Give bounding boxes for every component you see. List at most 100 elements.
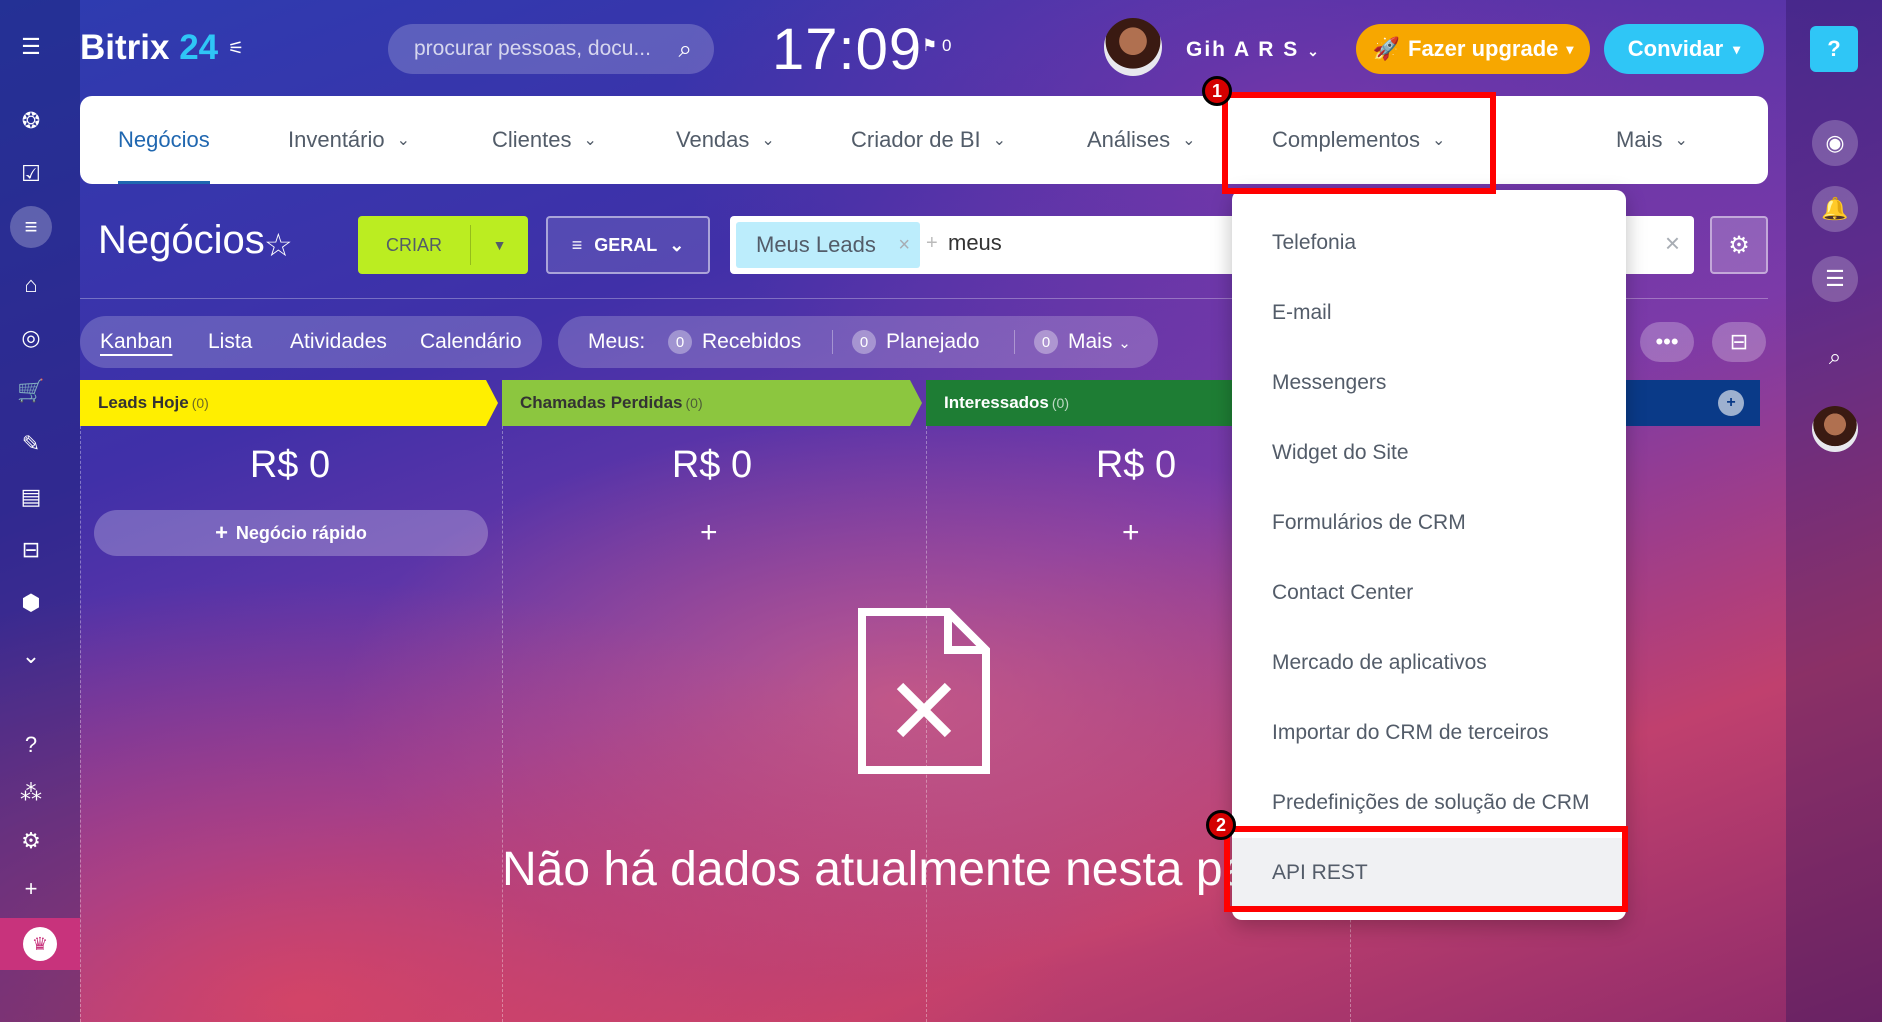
left-sidebar: ☰ ❂ ☑ ≡ ⌂ ◎ 🛒 ✎ ▤ ⊟ ⬢ ⌄ ? ⁂ ⚙ + ♛ (0, 0, 80, 1022)
search-placeholder: procurar pessoas, docu... (414, 37, 651, 60)
close-icon[interactable]: × (898, 234, 910, 257)
sign-icon[interactable]: ✎ (14, 427, 48, 461)
settings-icon[interactable]: ⚙ (14, 824, 48, 858)
counter-planejado[interactable]: Planejado (886, 330, 979, 354)
more-chevron-icon[interactable]: ⌄ (14, 639, 48, 673)
chevron-down-icon: ⌄ (1674, 132, 1688, 149)
search-icon[interactable]: ⌕ (679, 36, 692, 64)
filter-chip[interactable]: Meus Leads × (736, 222, 920, 268)
quick-deal-button[interactable]: + Negócio rápido (94, 510, 488, 556)
column-divider (80, 426, 81, 1022)
tab-analises[interactable]: Análises ⌄ (1087, 96, 1196, 184)
chevron-down-icon: ⌄ (992, 132, 1007, 149)
column-divider (502, 426, 503, 1022)
tab-negocios[interactable]: Negócios (118, 96, 210, 184)
menu-item-contact-center[interactable]: Contact Center (1232, 558, 1626, 628)
counter-badge: 0 (1034, 330, 1058, 354)
step-badge: 1 (1202, 76, 1232, 106)
add-deal-button[interactable]: + (700, 516, 718, 550)
chevron-down-icon: ⌄ (1182, 132, 1196, 149)
chat-icon[interactable]: ☰ (1812, 256, 1858, 302)
menu-item-messengers[interactable]: Messengers (1232, 348, 1626, 418)
help-circle-icon[interactable]: ? (14, 728, 48, 762)
counter-badge: 0 (852, 330, 876, 354)
tab-clientes[interactable]: Clientes ⌄ (492, 96, 597, 184)
stage-header[interactable]: Chamadas Perdidas (0) (502, 380, 922, 426)
menu-item-telefonia[interactable]: Telefonia (1232, 208, 1626, 278)
cart-icon[interactable]: 🛒 (14, 374, 48, 408)
tasks-icon[interactable]: ☑ (14, 157, 48, 191)
counter-mais[interactable]: Mais ⌄ (1068, 330, 1131, 354)
complementos-dropdown: Telefonia E-mail Messengers Widget do Si… (1232, 190, 1626, 920)
menu-item-widget[interactable]: Widget do Site (1232, 418, 1626, 488)
search-input[interactable]: procurar pessoas, docu... ⌕ (388, 24, 714, 74)
add-deal-button[interactable]: + (1122, 516, 1140, 550)
crown-button[interactable]: ♛ (0, 918, 80, 970)
clock[interactable]: 17:09 (772, 16, 922, 83)
contact-card-icon[interactable]: ▤ (14, 480, 48, 514)
settings-button[interactable]: ⚙ (1710, 216, 1768, 274)
network-icon[interactable]: ⁂ (14, 776, 48, 810)
filter-input[interactable]: meus (948, 230, 1002, 256)
star-icon[interactable]: ☆ (264, 226, 293, 264)
more-options-button[interactable]: ••• (1640, 322, 1694, 362)
flag-counter[interactable]: ⚑ 0 (922, 36, 951, 56)
chevron-down-icon: ⌄ (761, 132, 775, 149)
tab-vendas[interactable]: Vendas ⌄ (676, 96, 775, 184)
clear-icon[interactable]: × (1665, 228, 1680, 259)
target-icon[interactable]: ◎ (14, 321, 48, 355)
feed-icon[interactable]: ❂ (14, 104, 48, 138)
upgrade-button[interactable]: 🚀 Fazer upgrade ▾ (1356, 24, 1590, 74)
chevron-down-icon[interactable]: ▼ (471, 237, 528, 253)
robot-icon[interactable]: ⊟ (14, 533, 48, 567)
store-icon[interactable]: ⌂ (14, 268, 48, 302)
menu-item-mercado[interactable]: Mercado de aplicativos (1232, 628, 1626, 698)
counters-bar: Meus: 0 Recebidos 0 Planejado 0 Mais ⌄ (558, 316, 1158, 368)
menu-icon[interactable]: ☰ (14, 30, 48, 64)
avatar[interactable] (1104, 18, 1162, 76)
menu-item-email[interactable]: E-mail (1232, 278, 1626, 348)
bell-icon[interactable]: 🔔 (1812, 186, 1858, 232)
gear-icon: ⚙ (1728, 231, 1750, 259)
copilot-icon[interactable]: ◉ (1812, 120, 1858, 166)
stage-header[interactable]: Leads Hoje (0) (80, 380, 498, 426)
counter-badge: 0 (668, 330, 692, 354)
chevron-down-icon: ⌄ (396, 132, 411, 149)
add-icon[interactable]: + (14, 872, 48, 906)
plus-icon: + (215, 520, 228, 545)
tab-calendario[interactable]: Calendário (420, 330, 522, 354)
highlight-box (1224, 826, 1628, 912)
counter-recebidos[interactable]: Recebidos (702, 330, 801, 354)
tab-criador-bi[interactable]: Criador de BI ⌄ (851, 96, 1006, 184)
avatar[interactable] (1812, 406, 1858, 452)
chevron-down-icon: ⌄ (583, 132, 597, 149)
menu-item-importar[interactable]: Importar do CRM de terceiros (1232, 698, 1626, 768)
menu-item-formularios[interactable]: Formulários de CRM (1232, 488, 1626, 558)
rocket-icon: 🚀 (1372, 36, 1400, 61)
search-icon[interactable]: ⌕ (1812, 334, 1858, 380)
logo-settings-icon[interactable]: ⚟ (228, 38, 244, 59)
crm-filter-icon[interactable]: ≡ (10, 206, 52, 248)
separator (1014, 330, 1015, 354)
tab-lista[interactable]: Lista (208, 330, 252, 354)
add-stage-icon[interactable]: + (1718, 390, 1744, 416)
separator (832, 330, 833, 354)
help-button[interactable]: ? (1810, 26, 1858, 72)
box-icon[interactable]: ⬢ (14, 586, 48, 620)
top-bar: Bitrix 24 ⚟ procurar pessoas, docu... ⌕ … (80, 0, 1786, 96)
stage-header[interactable]: Interessados (0) (926, 380, 1256, 426)
invite-button[interactable]: Convidar ▾ (1604, 24, 1764, 74)
automation-button[interactable]: ⊟ (1712, 322, 1766, 362)
counters-label: Meus: (588, 330, 646, 353)
create-button[interactable]: CRIAR ▼ (358, 216, 528, 274)
plus-icon: + (926, 232, 938, 254)
category-button[interactable]: ≡ GERAL ⌄ (546, 216, 710, 274)
view-switcher: Kanban Lista Atividades Calendário (80, 316, 542, 368)
logo[interactable]: Bitrix 24 (80, 28, 218, 68)
tab-inventario[interactable]: Inventário ⌄ (288, 96, 410, 184)
tab-kanban[interactable]: Kanban (100, 330, 172, 354)
empty-state-message: Não há dados atualmente nesta pa (502, 843, 1250, 896)
username[interactable]: Gih A R S ⌄ (1186, 38, 1321, 62)
tab-atividades[interactable]: Atividades (290, 330, 387, 354)
tab-mais[interactable]: Mais ⌄ (1616, 96, 1688, 184)
